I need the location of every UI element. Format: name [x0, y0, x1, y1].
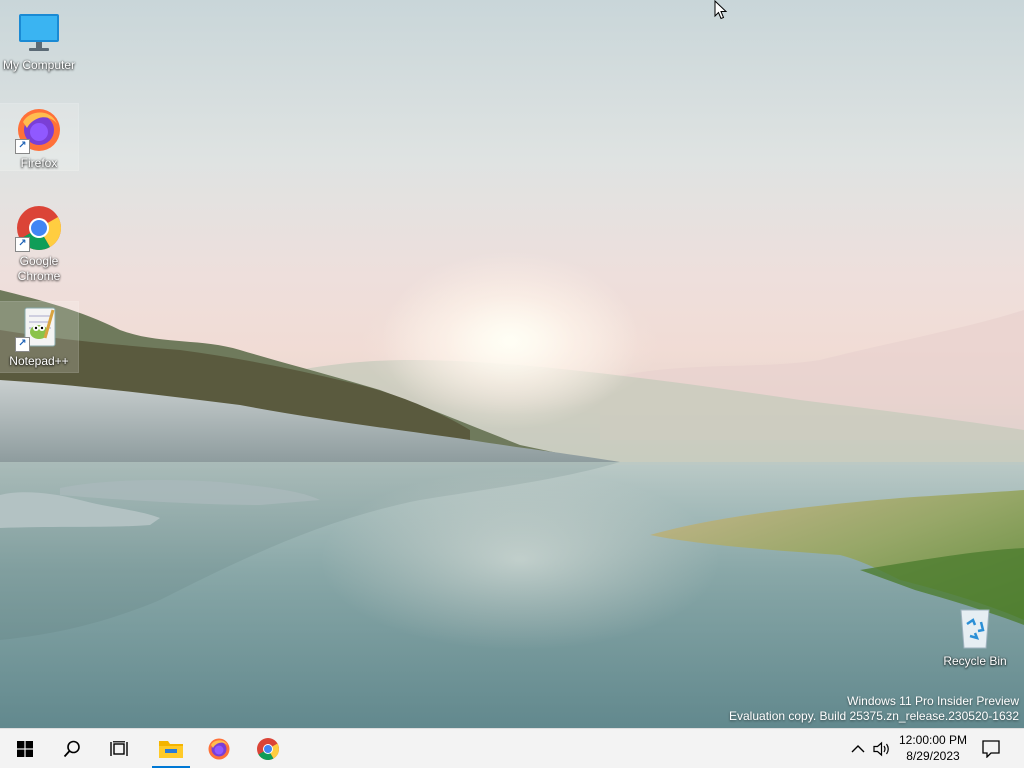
taskbar-file-explorer[interactable] [148, 729, 194, 768]
chrome-icon: ↗ [15, 204, 63, 252]
firefox-icon: ↗ [15, 106, 63, 154]
notepad-plus-plus-icon: ↗ [15, 304, 63, 352]
desktop-icon-my-computer[interactable]: My Computer [0, 6, 78, 73]
desktop-icon-label: Recycle Bin [943, 654, 1007, 668]
desktop-background[interactable]: My Computer ↗ Firefox ↗ Google Chrome ↗ … [0, 0, 1024, 728]
clock-date: 8/29/2023 [906, 749, 960, 763]
desktop-icon-firefox[interactable]: ↗ Firefox [0, 103, 79, 171]
shortcut-arrow-icon: ↗ [15, 237, 30, 252]
chrome-icon [257, 737, 279, 760]
start-button[interactable] [2, 729, 48, 768]
monitor-icon [15, 8, 63, 56]
recycle-bin-icon [951, 604, 999, 652]
desktop-icon-notepad-plus-plus[interactable]: ↗ Notepad++ [0, 301, 79, 373]
desktop-icon-label: My Computer [2, 58, 76, 72]
clock[interactable]: 12:00:00 PM 8/29/2023 [890, 732, 976, 764]
taskbar: 12:00:00 PM 8/29/2023 [0, 728, 1024, 768]
sun-glow [380, 250, 640, 430]
taskbar-firefox[interactable] [196, 729, 242, 768]
chevron-up-icon [851, 744, 865, 752]
clock-time: 12:00:00 PM [898, 733, 968, 747]
task-view-button[interactable] [96, 729, 142, 768]
desktop-icon-recycle-bin[interactable]: Recycle Bin [936, 602, 1014, 669]
shortcut-arrow-icon: ↗ [15, 139, 30, 154]
windows-logo-icon [17, 740, 33, 757]
folder-icon [159, 740, 183, 758]
firefox-icon [208, 738, 230, 759]
desktop-icon-google-chrome[interactable]: ↗ Google Chrome [0, 202, 78, 284]
search-icon [63, 740, 80, 757]
task-view-icon [110, 740, 128, 756]
desktop-icon-label: Google Chrome [17, 254, 61, 283]
taskbar-chrome[interactable] [245, 729, 291, 768]
mouse-cursor-icon [714, 0, 728, 20]
desktop-icon-label: Firefox [20, 156, 58, 170]
shortcut-arrow-icon: ↗ [15, 337, 30, 352]
watermark-build: Evaluation copy. Build 25375.zn_release.… [729, 709, 1019, 723]
notification-icon [982, 739, 1000, 758]
speaker-icon [873, 741, 889, 756]
notification-center-button[interactable] [976, 729, 1006, 768]
show-desktop-button[interactable] [1018, 729, 1024, 768]
windows-watermark: Windows 11 Pro Insider Preview Evaluatio… [729, 694, 1019, 724]
show-hidden-icons-button[interactable] [846, 729, 870, 768]
search-button[interactable] [49, 729, 95, 768]
watermark-edition: Windows 11 Pro Insider Preview [847, 694, 1019, 708]
desktop-icon-label: Notepad++ [9, 354, 69, 368]
